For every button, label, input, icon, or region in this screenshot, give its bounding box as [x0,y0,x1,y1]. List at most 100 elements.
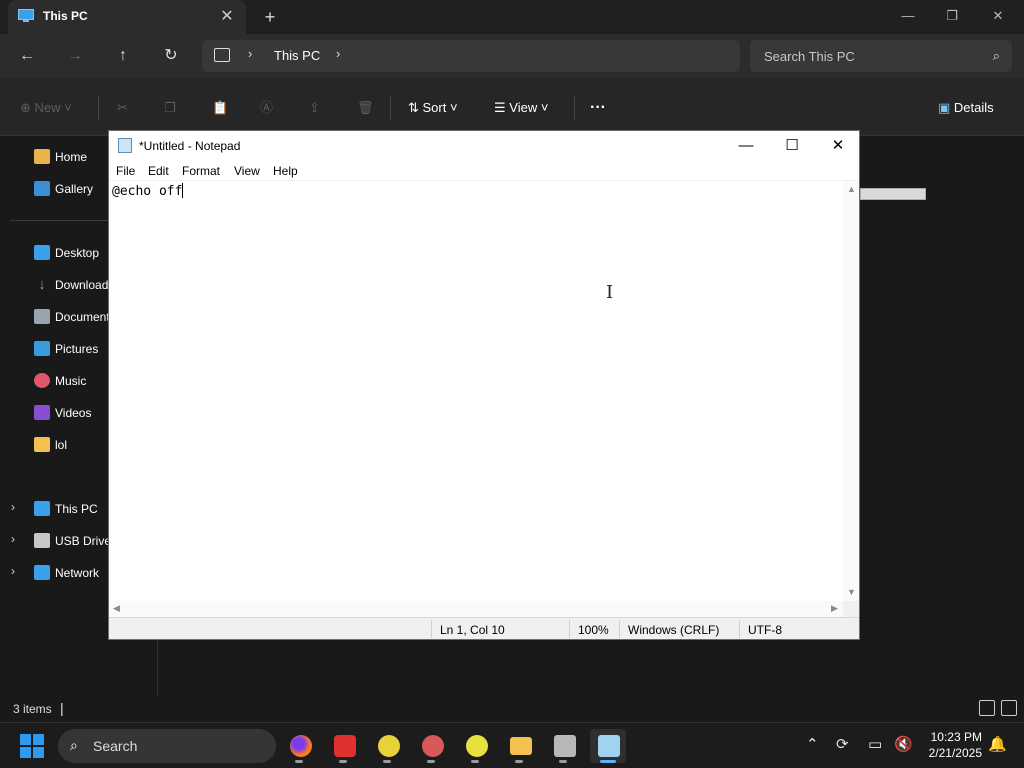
share-icon[interactable]: ⇪ [309,98,320,118]
notepad-window: *Untitled - Notepad — ☐ ✕ File Edit Form… [108,130,860,640]
address-bar[interactable]: › This PC › [202,40,740,72]
search-input[interactable]: Search This PC ⌕ [750,40,1012,72]
vertical-scrollbar[interactable]: ▲ ▼ [843,181,859,601]
divider [574,96,575,120]
notification-bell-icon[interactable]: 🔔 [988,735,1007,753]
taskbar-app-flower[interactable] [370,729,406,763]
minimize-icon[interactable]: — [886,2,930,30]
navigation-bar: ← → ↑ ↻ › This PC › Search This PC ⌕ [0,34,1024,78]
running-indicator [339,760,347,763]
menu-edit[interactable]: Edit [148,164,169,178]
more-options-icon[interactable]: ··· [590,98,606,118]
close-window-icon[interactable]: ✕ [976,2,1020,30]
breadcrumb-this-pc[interactable]: This PC [274,48,320,63]
monitor-icon [214,48,230,62]
folder-icon [34,437,50,452]
chevron-right-icon[interactable]: › [11,564,15,578]
close-tab-icon[interactable]: ✕ [216,6,238,28]
delete-icon[interactable]: 🗑 [357,98,374,118]
sync-icon[interactable]: ⟳ [836,735,849,753]
tab-this-pc[interactable]: This PC ✕ [8,0,246,34]
resize-grip[interactable] [843,601,859,617]
notepad-icon [118,138,132,153]
pictures-icon [34,341,50,356]
restore-icon[interactable]: ❐ [930,2,974,30]
new-tab-button[interactable]: + [258,6,282,28]
details-view-icon[interactable] [979,700,995,716]
volume-muted-icon[interactable]: 🔇 [894,735,913,753]
menu-file[interactable]: File [116,164,135,178]
notepad-title-bar[interactable]: *Untitled - Notepad — ☐ ✕ [109,131,859,161]
notepad-title: *Untitled - Notepad [139,139,241,153]
sidebar-item-label: Network [55,566,100,580]
chevron-right-icon[interactable]: › [336,46,340,61]
running-indicator [515,760,523,763]
hello-kitty-icon [334,735,356,757]
status-divider: | [60,700,64,716]
chevron-right-icon[interactable]: › [11,500,15,514]
search-icon: ⌕ [70,737,78,753]
pc-icon [34,501,50,516]
view-button[interactable]: ☰ View ˅ [494,98,548,118]
taskbar-app-notepad[interactable] [590,729,626,763]
sort-button-label: Sort [422,100,447,115]
chevron-right-icon[interactable]: › [248,46,252,61]
copy-icon[interactable]: ❐ [164,98,176,118]
sort-button[interactable]: ⇅ Sort ˅ [408,98,458,118]
scroll-down-arrow-icon[interactable]: ▼ [847,587,856,597]
back-arrow-icon[interactable]: ← [13,42,41,70]
details-pane-icon: ▣ [938,100,951,115]
taskbar-app-hello-kitty[interactable] [326,729,362,763]
sidebar-item-label: USB Drive [55,534,112,548]
forward-arrow-icon[interactable]: → [61,42,89,70]
refresh-icon[interactable]: ↻ [157,42,185,70]
document-icon [34,309,50,324]
firefox-icon [290,735,312,757]
menu-view[interactable]: View [234,164,260,178]
taskbar-app-firefox[interactable] [282,729,318,763]
clock-date[interactable]: 2/21/2025 [922,746,982,760]
maximize-icon[interactable]: ☐ [769,131,815,161]
menu-format[interactable]: Format [182,164,220,178]
display-icon[interactable]: ▭ [868,735,882,753]
taskbar-search-input[interactable]: ⌕ Search [58,729,276,763]
text-editor-area[interactable]: @echo off [109,181,843,601]
paste-icon[interactable]: 📋 [212,98,228,118]
close-icon[interactable]: ✕ [815,131,861,161]
cut-icon[interactable]: ✂ [117,98,128,118]
details-button[interactable]: ▣ Details [938,98,994,118]
chevron-up-icon[interactable]: ⌃ [806,735,819,753]
scroll-up-arrow-icon[interactable]: ▲ [847,184,856,194]
tab-label: This PC [43,9,88,23]
new-button[interactable]: ⊕ New ˅ [20,98,72,118]
encoding: UTF-8 [748,623,782,637]
taskbar-app-robot[interactable] [546,729,582,763]
sidebar-item-label: Pictures [55,342,99,356]
view-button-label: View [509,100,538,115]
text-caret [182,183,184,198]
horizontal-scrollbar[interactable]: ◀ ▶ [109,601,843,617]
tiles-view-icon[interactable] [1001,700,1017,716]
scroll-right-arrow-icon[interactable]: ▶ [831,603,838,614]
taskbar-app-character[interactable] [458,729,494,763]
clock-time[interactable]: 10:23 PM [928,730,982,744]
gallery-icon [34,181,50,196]
sidebar-item-label: Downloads [55,278,115,292]
minimize-icon[interactable]: — [723,131,769,161]
up-arrow-icon[interactable]: ↑ [109,42,137,70]
notepad-menu-bar: File Edit Format View Help [109,161,859,181]
start-button[interactable] [20,734,44,758]
music-icon [34,373,50,388]
rename-icon[interactable]: Ⓐ [260,98,273,118]
menu-help[interactable]: Help [273,164,298,178]
chevron-right-icon[interactable]: › [11,532,15,546]
taskbar-app-crab[interactable] [414,729,450,763]
taskbar-search-placeholder: Search [93,738,138,754]
tab-strip: This PC ✕ + — ❐ ✕ [0,0,1024,34]
running-indicator [295,760,303,763]
command-bar: ⊕ New ˅ ✂ ❐ 📋 Ⓐ ⇪ 🗑 ⇅ Sort ˅ ☰ View ˅ ··… [0,78,1024,136]
scroll-left-arrow-icon[interactable]: ◀ [113,603,120,614]
sidebar-item-label: Music [55,374,87,388]
taskbar-app-file-explorer[interactable] [502,729,538,763]
pc-icon [18,9,34,22]
